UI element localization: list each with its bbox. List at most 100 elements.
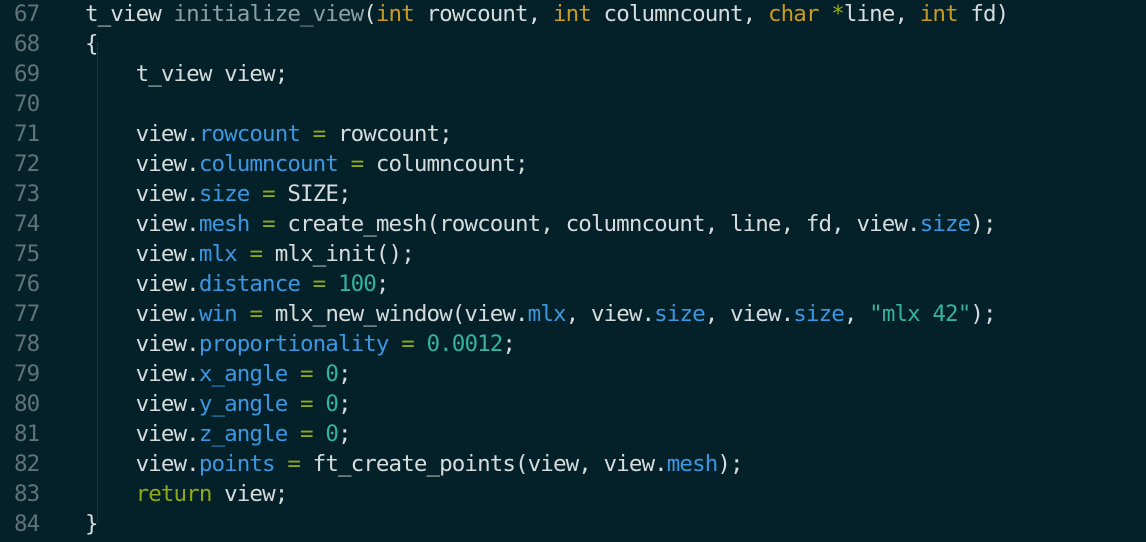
code-token: mlx_new_window(view. [262, 301, 529, 327]
code-token: view. [85, 391, 200, 417]
code-token: z_angle [198, 421, 288, 447]
code-token: int [552, 1, 592, 27]
code-text: t_view view; [85, 59, 289, 89]
code-token: = [287, 451, 301, 477]
code-token: char [767, 1, 819, 27]
code-token: rowcount; [325, 121, 453, 147]
code-token: t_view [85, 1, 174, 27]
line-number: 79 [14, 361, 40, 387]
code-token: distance [198, 271, 301, 297]
code-token: , view. [704, 301, 794, 327]
code-token: view. [85, 421, 200, 447]
code-token: 0.0012 [426, 331, 504, 357]
code-text: view.mlx = mlx_init(); [85, 239, 415, 269]
code-token: = [312, 121, 327, 147]
line-number: 80 [14, 391, 40, 417]
code-token: y_angle [198, 391, 288, 417]
code-token: view. [85, 241, 200, 267]
code-token: , view. [565, 301, 655, 327]
line-number: 77 [14, 301, 40, 327]
code-token: ; [337, 361, 352, 387]
code-token: int [919, 1, 959, 27]
code-editor[interactable]: 67 t_view initialize_view(int rowcount, i… [0, 0, 1146, 542]
code-token: x_angle [198, 361, 288, 387]
code-text: { [85, 29, 99, 59]
code-token: mlx_init(); [262, 241, 415, 267]
line-number: 75 [14, 241, 40, 267]
code-token: 0 [325, 361, 339, 387]
code-token: 100 [337, 271, 377, 297]
code-token: = [249, 301, 263, 327]
code-token: { [85, 31, 99, 57]
code-token: = [262, 211, 276, 237]
code-token: columncount; [363, 151, 529, 177]
code-token: = [312, 271, 327, 297]
code-text: } [85, 509, 99, 539]
code-token: = [249, 241, 263, 267]
code-token: size [793, 301, 844, 327]
line-number: 78 [14, 331, 40, 357]
code-token: rowcount, [413, 1, 553, 27]
code-token: ; [337, 421, 352, 447]
code-token: rowcount [198, 121, 301, 147]
line-number: 70 [14, 91, 40, 117]
line-number: 76 [14, 271, 40, 297]
code-text: view.distance = 100; [85, 269, 390, 299]
line-number: 67 [14, 1, 40, 27]
code-token: proportionality [198, 331, 390, 357]
code-token: 0 [325, 421, 339, 447]
code-token: ; [375, 271, 390, 297]
code-token: view. [85, 451, 200, 477]
code-token: = [300, 421, 314, 447]
code-text: view.rowcount = rowcount; [85, 119, 453, 149]
code-text: view.proportionality = 0.0012; [85, 329, 516, 359]
code-token: , [843, 301, 870, 327]
line-number: 74 [14, 211, 40, 237]
code-token: view. [85, 121, 200, 147]
code-token: points [198, 451, 276, 477]
code-token: "mlx 42" [869, 301, 971, 327]
code-token: columncount [198, 151, 339, 177]
code-token: } [85, 511, 99, 537]
code-token: view. [85, 271, 200, 297]
line-number: 82 [14, 451, 40, 477]
code-token: view. [85, 181, 200, 207]
code-text: view.x_angle = 0; [85, 359, 352, 389]
line-number: 83 [14, 481, 40, 507]
code-token: mlx [198, 241, 238, 267]
code-token: columncount, [590, 1, 768, 27]
code-token: = [350, 151, 365, 177]
code-text: t_view initialize_view(int rowcount, int… [85, 0, 1009, 29]
code-token: view. [85, 361, 200, 387]
code-token: size [919, 211, 971, 237]
code-text: view.points = ft_create_points(view, vie… [85, 449, 744, 479]
line-number: 69 [14, 61, 40, 87]
code-token: mlx [527, 301, 567, 327]
code-text: view.y_angle = 0; [85, 389, 352, 419]
code-text: return view; [85, 479, 289, 509]
code-token: = [401, 331, 415, 357]
code-token: size [198, 181, 250, 207]
code-token: return [135, 481, 213, 507]
code-token: view; [211, 481, 288, 507]
code-token: ft_create_points(view, view. [300, 451, 668, 477]
code-token: initialize_view [173, 1, 365, 27]
code-token: view. [85, 331, 200, 357]
code-text: view.columncount = columncount; [85, 149, 529, 179]
code-text: view.mesh = create_mesh(rowcount, column… [85, 209, 997, 239]
code-token: = [300, 361, 314, 387]
